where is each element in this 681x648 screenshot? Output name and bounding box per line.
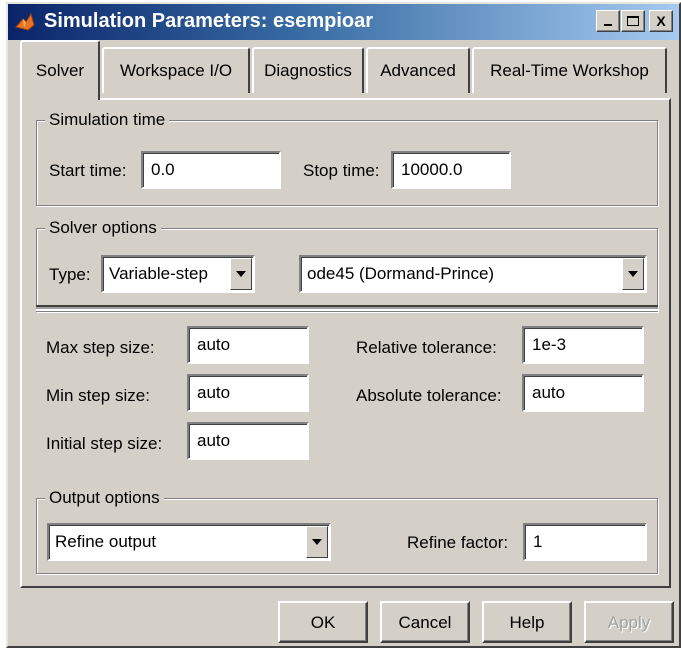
solver-options-divider xyxy=(36,305,658,311)
start-time-input[interactable]: 0.0 xyxy=(141,151,281,189)
simulation-time-legend: Simulation time xyxy=(45,110,170,130)
tab-label: Real-Time Workshop xyxy=(490,61,649,80)
simulation-parameters-dialog: Simulation Parameters: esempioar X Solve… xyxy=(6,2,681,648)
output-options-dropdown[interactable]: Refine output xyxy=(47,523,331,561)
tab-solver[interactable]: Solver xyxy=(20,40,100,100)
tab-diagnostics[interactable]: Diagnostics xyxy=(252,47,364,93)
cancel-button[interactable]: Cancel xyxy=(380,601,470,643)
output-options-legend: Output options xyxy=(45,488,164,508)
stop-time-input[interactable]: 10000.0 xyxy=(391,151,511,189)
tab-workspace-io[interactable]: Workspace I/O xyxy=(102,47,250,93)
close-button[interactable]: X xyxy=(649,10,673,32)
minimize-button[interactable] xyxy=(596,10,620,32)
simulation-time-group: Simulation time Start time: 0.0 Stop tim… xyxy=(36,110,658,206)
window-title: Simulation Parameters: esempioar xyxy=(44,10,374,32)
refine-factor-label: Refine factor: xyxy=(407,533,509,552)
chevron-down-icon[interactable] xyxy=(230,258,252,290)
title-bar[interactable]: Simulation Parameters: esempioar X xyxy=(8,4,679,40)
solver-method-value: ode45 (Dormand-Prince) xyxy=(307,264,495,283)
tab-label: Workspace I/O xyxy=(119,61,233,80)
relative-tolerance-input[interactable]: 1e-3 xyxy=(522,326,644,364)
ok-button[interactable]: OK xyxy=(278,601,368,643)
stop-time-label: Stop time: xyxy=(303,161,380,180)
close-icon: X xyxy=(656,13,666,29)
initial-step-size-input[interactable]: auto xyxy=(187,422,309,460)
ok-button-label: OK xyxy=(310,613,336,632)
maximize-button[interactable] xyxy=(621,10,645,32)
solver-options-group: Solver options Type: Variable-step ode45… xyxy=(36,218,658,312)
absolute-tolerance-value: auto xyxy=(532,383,566,402)
cancel-button-label: Cancel xyxy=(398,613,452,632)
solver-type-value: Variable-step xyxy=(109,264,208,283)
absolute-tolerance-input[interactable]: auto xyxy=(522,374,644,412)
min-step-size-input[interactable]: auto xyxy=(187,374,309,412)
tab-real-time-workshop[interactable]: Real-Time Workshop xyxy=(472,47,667,93)
max-step-size-label: Max step size: xyxy=(46,338,155,357)
maximize-icon xyxy=(627,16,639,26)
absolute-tolerance-label: Absolute tolerance: xyxy=(356,386,502,405)
initial-step-size-value: auto xyxy=(197,431,231,450)
relative-tolerance-label: Relative tolerance: xyxy=(356,338,497,357)
apply-button-label: Apply xyxy=(607,613,651,632)
start-time-label: Start time: xyxy=(49,161,127,180)
solver-panel: Simulation time Start time: 0.0 Stop tim… xyxy=(20,98,671,588)
tab-label: Diagnostics xyxy=(264,61,352,80)
tab-label: Solver xyxy=(35,61,85,80)
help-button[interactable]: Help xyxy=(482,601,572,643)
type-label: Type: xyxy=(49,265,91,284)
start-time-value: 0.0 xyxy=(151,160,175,179)
max-step-size-input[interactable]: auto xyxy=(187,326,309,364)
max-step-size-value: auto xyxy=(197,335,231,354)
apply-button[interactable]: Apply xyxy=(584,601,674,643)
help-button-label: Help xyxy=(509,613,545,632)
relative-tolerance-value: 1e-3 xyxy=(532,335,567,354)
chevron-down-icon[interactable] xyxy=(306,526,328,558)
tab-advanced[interactable]: Advanced xyxy=(366,47,470,93)
tab-label: Advanced xyxy=(380,61,456,80)
output-options-group: Output options Refine output Refine fact… xyxy=(36,488,658,574)
chevron-down-icon[interactable] xyxy=(622,258,644,290)
min-step-size-value: auto xyxy=(197,383,231,402)
refine-factor-value: 1 xyxy=(533,532,543,551)
minimize-icon xyxy=(604,24,612,26)
solver-type-dropdown[interactable]: Variable-step xyxy=(101,255,255,293)
refine-factor-input[interactable]: 1 xyxy=(523,523,647,561)
solver-options-legend: Solver options xyxy=(45,218,161,238)
matlab-app-icon xyxy=(15,12,35,31)
initial-step-size-label: Initial step size: xyxy=(46,434,163,453)
stop-time-value: 10000.0 xyxy=(401,160,463,179)
output-options-value: Refine output xyxy=(55,532,157,551)
solver-method-dropdown[interactable]: ode45 (Dormand-Prince) xyxy=(299,255,647,293)
min-step-size-label: Min step size: xyxy=(46,386,150,405)
